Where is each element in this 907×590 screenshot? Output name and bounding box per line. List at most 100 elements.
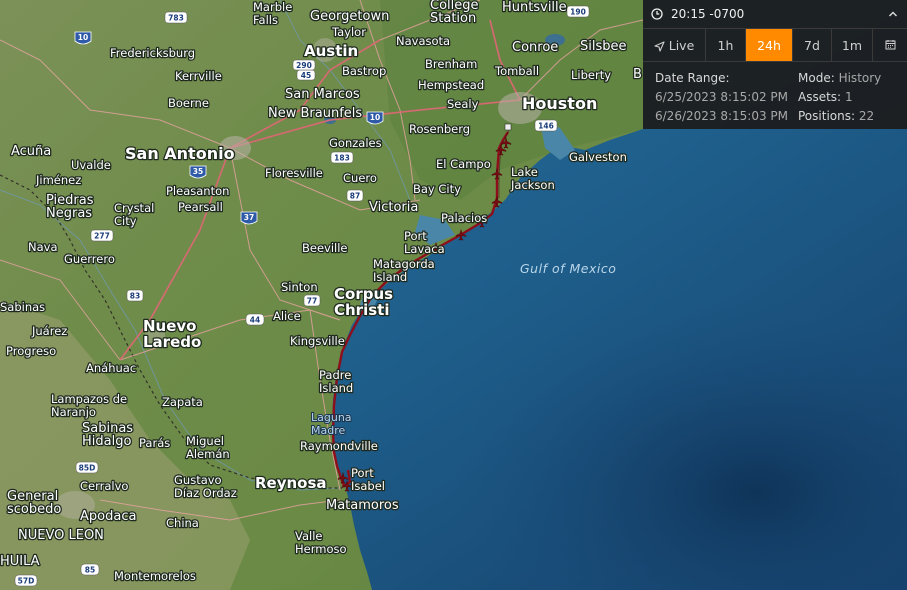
place-label-san-antonio: San Antonio	[125, 144, 235, 163]
tab-live-label: Live	[668, 37, 695, 53]
place-label-china: China	[166, 516, 199, 530]
highway-shield: 45	[296, 69, 316, 81]
place-label-sealy: Sealy	[447, 97, 479, 111]
place-label-alice: Alice	[273, 309, 301, 323]
place-label-austin: Austin	[304, 42, 358, 60]
highway-shield: 146	[534, 119, 558, 132]
place-label-floresville: Floresville	[265, 166, 323, 180]
place-label-raymondville: Raymondville	[300, 439, 378, 453]
clock-icon	[651, 8, 663, 20]
highway-shield: 10	[366, 111, 384, 125]
place-label-palacios: Palacios	[441, 211, 487, 225]
svg-text:37: 37	[244, 213, 254, 222]
tab-live[interactable]: Live	[643, 29, 706, 61]
place-label-nuevo-laredo: Nuevo Laredo	[143, 317, 201, 351]
place-label-victoria: Victoria	[369, 200, 418, 215]
highway-shield: 10	[74, 31, 92, 45]
navigation-arrow-icon	[654, 40, 665, 52]
place-label-sabinas: Sabinas	[0, 300, 45, 314]
place-label-beaumont-partial: B	[633, 67, 642, 82]
date-range-label: Date Range:	[655, 71, 730, 85]
svg-text:35: 35	[193, 167, 203, 176]
positions-value: 22	[858, 109, 875, 123]
tab-1m[interactable]: 1m	[832, 29, 873, 61]
time-filter-panel: 20:15 -0700 Live 1h 24h 7d 1m Date Range…	[643, 0, 907, 129]
stats-section: Mode: History Assets: 1 Positions: 22	[798, 69, 881, 126]
date-range-start: 6/25/2023 8:15:02 PM	[655, 90, 789, 104]
highway-shield: 35	[189, 165, 207, 179]
place-label-matamoros: Matamoros	[326, 498, 399, 513]
svg-text:85D: 85D	[79, 464, 96, 473]
panel-header: 20:15 -0700	[643, 0, 907, 29]
calendar-button[interactable]	[873, 29, 907, 61]
place-label-kerrville: Kerrville	[175, 69, 222, 83]
svg-text:10: 10	[370, 113, 380, 122]
place-label-reynosa: Reynosa	[255, 474, 327, 492]
current-time: 20:15 -0700	[671, 7, 745, 21]
svg-text:83: 83	[130, 292, 140, 301]
place-label-georgetown: Georgetown	[310, 9, 389, 24]
calendar-icon	[885, 38, 896, 53]
place-label-piedras-negras: Piedras Negras	[46, 193, 94, 221]
highway-shield: 44	[245, 313, 265, 326]
svg-text:87: 87	[350, 192, 360, 201]
positions-label: Positions:	[798, 109, 856, 123]
tab-7d[interactable]: 7d	[793, 29, 832, 61]
place-label-rosenberg: Rosenberg	[409, 122, 470, 136]
highway-shield: 183	[330, 151, 354, 164]
date-range-section: Date Range: 6/25/2023 8:15:02 PM 6/26/20…	[655, 69, 798, 126]
highway-shield: 85	[80, 563, 100, 576]
tab-24h[interactable]: 24h	[746, 29, 793, 61]
highway-shield: 87	[346, 189, 364, 202]
place-label-uvalde: Uvalde	[71, 158, 111, 172]
place-label-silsbee: Silsbee	[580, 39, 627, 54]
chevron-up-icon[interactable]	[887, 8, 899, 20]
place-label-gulf-of-mexico: Gulf of Mexico	[520, 261, 616, 276]
svg-text:290: 290	[296, 61, 312, 70]
place-label-el-campo: El Campo	[436, 157, 491, 171]
place-label-paras: Parás	[139, 436, 170, 450]
highway-shield: 85D	[75, 461, 99, 474]
highway-shield: 57D	[14, 574, 38, 587]
place-label-sinton: Sinton	[281, 280, 318, 294]
svg-text:57D: 57D	[18, 577, 35, 586]
place-label-beeville: Beeville	[302, 241, 348, 255]
place-label-guerrero: Guerrero	[64, 252, 115, 266]
svg-text:146: 146	[538, 122, 554, 131]
place-label-nava: Nava	[28, 240, 58, 254]
svg-text:45: 45	[301, 71, 311, 80]
highway-shield: 277	[90, 229, 114, 242]
place-label-corpus-christi: Corpus Christi	[334, 285, 393, 319]
place-label-padre-island: Padre Island	[319, 368, 353, 395]
place-label-conroe: Conroe	[512, 40, 558, 55]
place-label-juarez: Juárez	[31, 324, 67, 338]
svg-text:85: 85	[85, 566, 95, 575]
track-end-marker[interactable]	[504, 123, 512, 131]
mode-label: Mode:	[798, 71, 835, 85]
place-label-apodaca: Apodaca	[80, 509, 136, 524]
place-label-kingsville: Kingsville	[290, 334, 345, 348]
svg-text:183: 183	[334, 154, 350, 163]
highway-shield: 783	[164, 11, 188, 24]
place-label-cerralvo: Cerralvo	[80, 479, 128, 493]
tab-1h[interactable]: 1h	[706, 29, 746, 61]
place-label-new-braunfels: New Braunfels	[268, 106, 362, 121]
place-label-pleasanton: Pleasanton	[166, 184, 229, 198]
place-label-tomball: Tomball	[494, 64, 539, 78]
place-label-bastrop: Bastrop	[342, 64, 386, 78]
place-label-pearsall: Pearsall	[178, 200, 223, 214]
highway-shield: 37	[240, 211, 258, 225]
place-label-general-escobedo: General scobedo	[7, 489, 61, 517]
svg-text:277: 277	[94, 232, 110, 241]
place-label-miguel-aleman: Miguel Alemán	[186, 434, 230, 461]
mode-value: History	[838, 71, 882, 85]
place-label-zapata: Zapata	[162, 395, 203, 409]
place-label-galveston: Galveston	[569, 150, 627, 164]
highway-shield: 190	[566, 5, 590, 18]
assets-label: Assets:	[798, 90, 842, 104]
place-label-college-station: College Station	[430, 0, 479, 26]
highway-shield: 83	[126, 289, 144, 302]
svg-text:44: 44	[250, 316, 260, 325]
history-info: Date Range: 6/25/2023 8:15:02 PM 6/26/20…	[643, 62, 907, 133]
place-label-san-marcos: San Marcos	[285, 87, 360, 102]
